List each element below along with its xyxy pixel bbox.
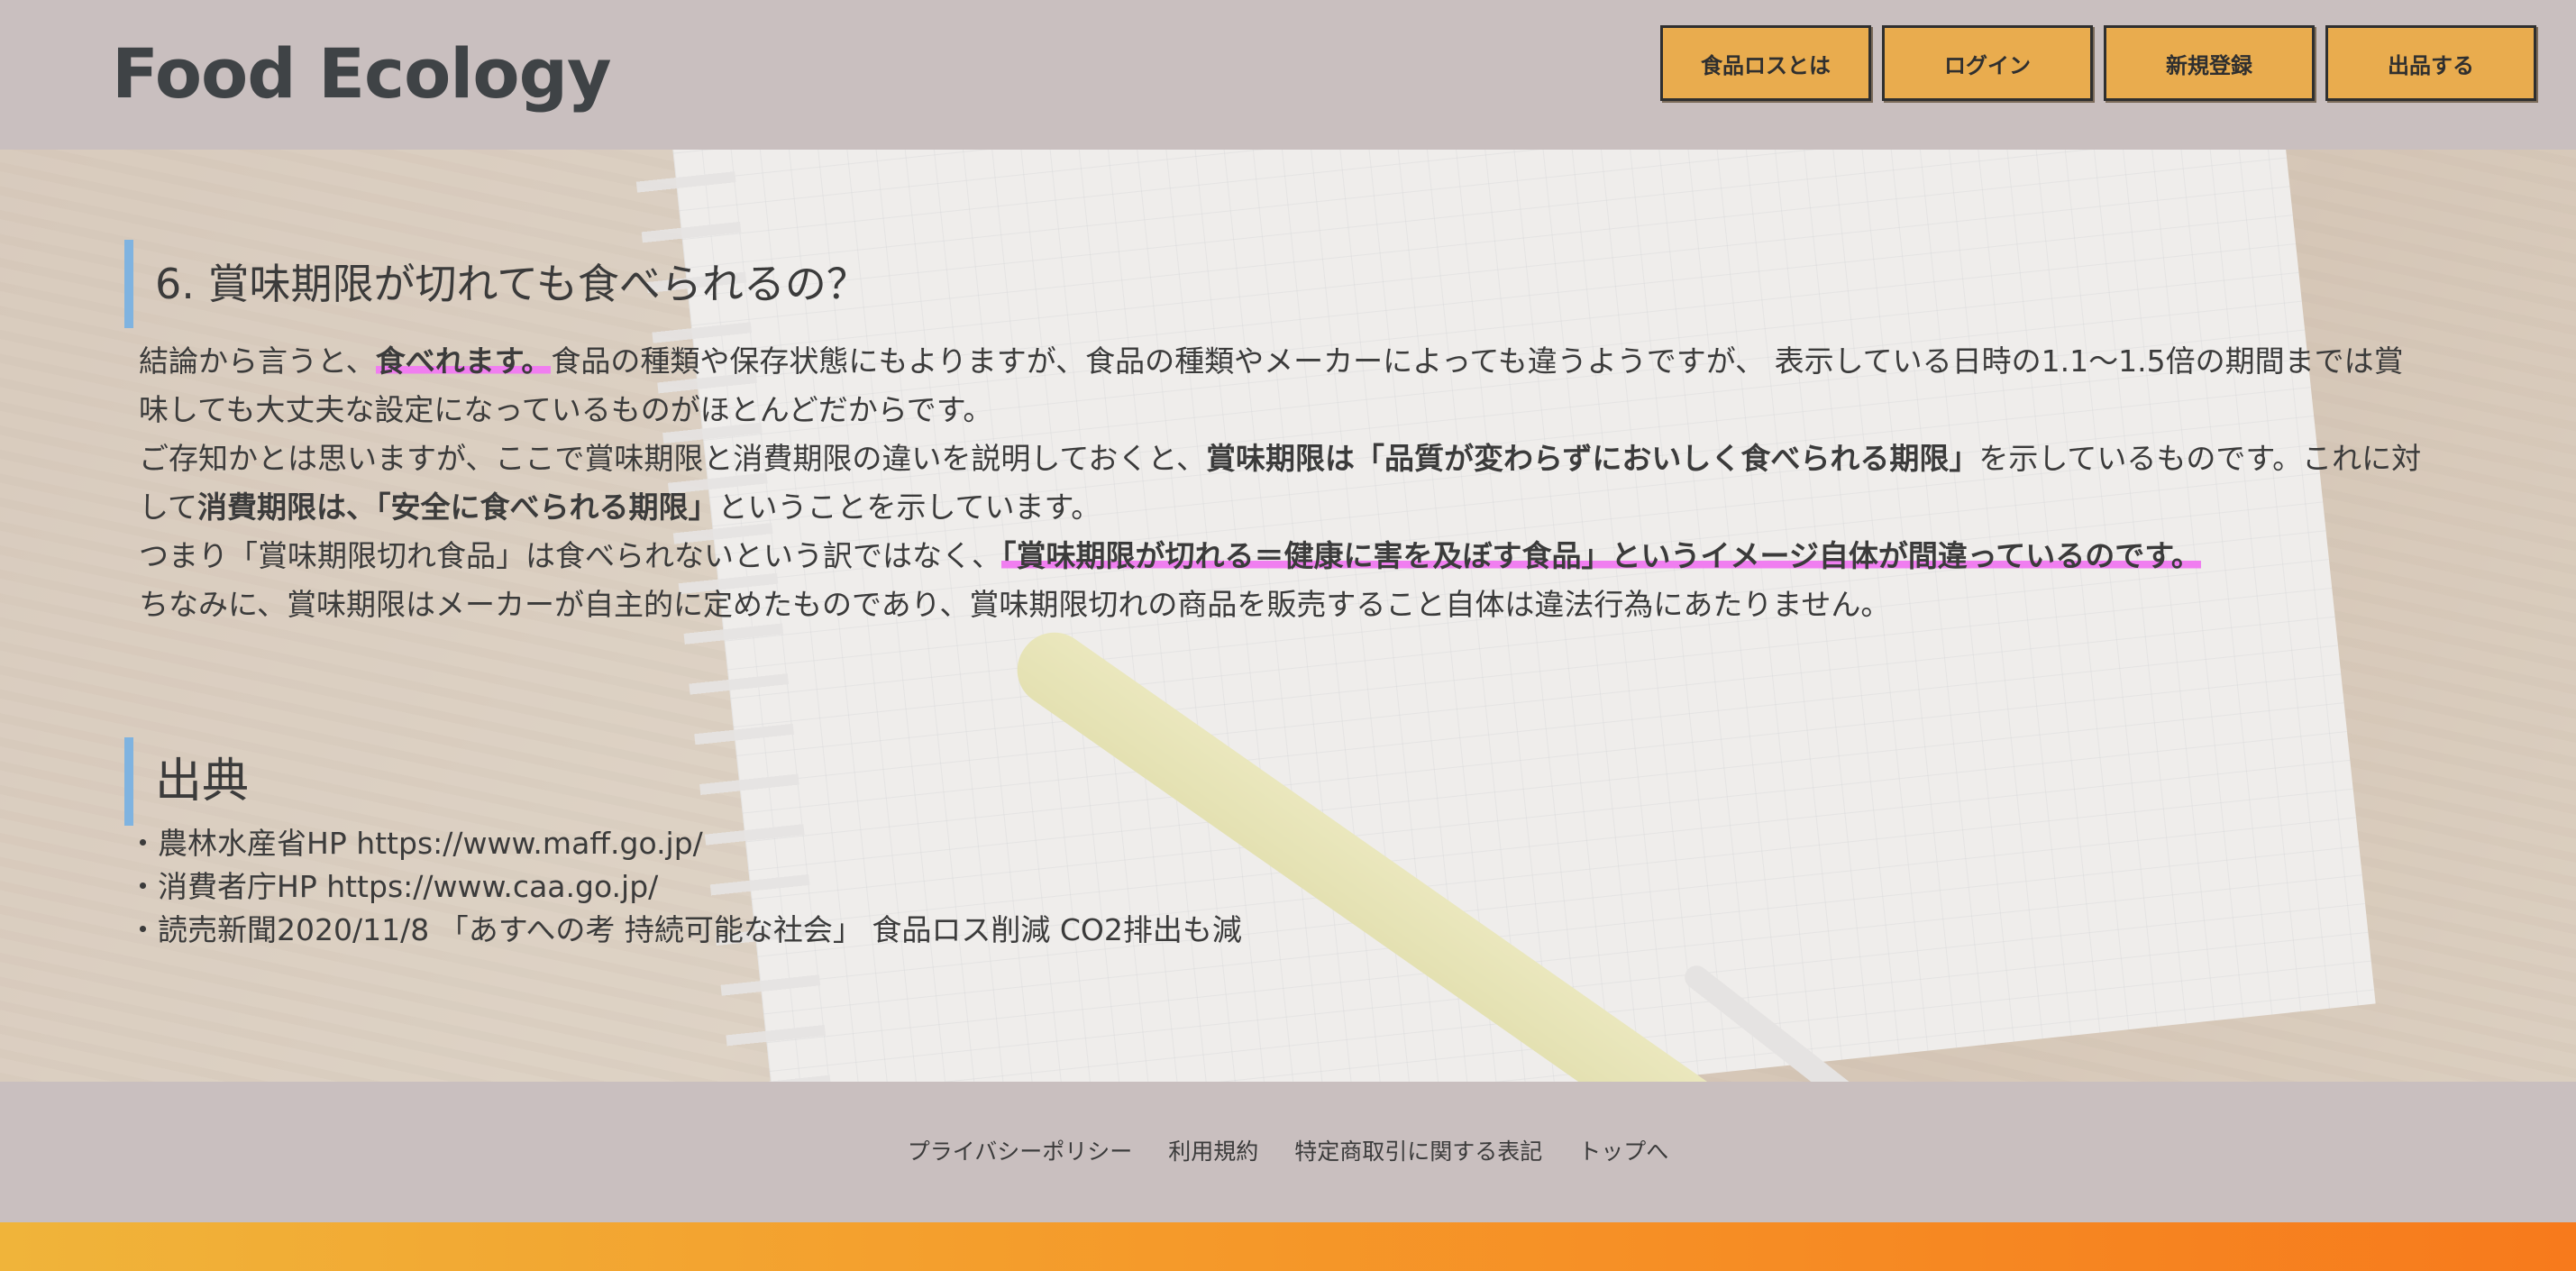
text-run: ご存知かとは思いますが、ここで賞味期限と消費期限の違いを説明しておくと、	[139, 441, 1207, 476]
site-footer: プライバシーポリシー 利用規約 特定商取引に関する表記 トップへ	[0, 1082, 2576, 1222]
section-heading-sources: 出典	[124, 737, 249, 826]
bottom-accent-bar	[0, 1222, 2576, 1271]
footer-link-terms[interactable]: 利用規約	[1168, 1134, 1258, 1166]
section-heading-expired-food: 6. 賞味期限が切れても食べられるの？	[124, 240, 868, 328]
paragraph-conclusion: 結論から言うと、食べれます。食品の種類や保存状態にもよりますが、食品の種類やメー…	[139, 337, 2428, 434]
paragraph-legality: ちなみに、賞味期限はメーカーが自主的に定めたものであり、賞味期限切れの商品を販売…	[139, 587, 1891, 622]
bold-text: 消費期限は、「安全に食べられる期限」	[197, 489, 718, 525]
bold-text: 賞味期限は「品質が変わらずにおいしく食べられる期限」	[1206, 441, 1979, 476]
text-run: ということを示しています。	[717, 489, 1101, 525]
footer-link-back-to-top[interactable]: トップへ	[1578, 1134, 1668, 1166]
source-item: ・消費者庁HP https://www.caa.go.jp/	[128, 869, 659, 904]
main-content: 6. 賞味期限が切れても食べられるの？ 結論から言うと、食べれます。食品の種類や…	[0, 150, 2576, 1082]
footer-link-privacy-policy[interactable]: プライバシーポリシー	[908, 1134, 1133, 1166]
source-item: ・読売新聞2020/11/8 「あすへの考 持続可能な社会」 食品ロス削減 CO…	[128, 912, 1242, 947]
text-run: 結論から言うと、	[139, 343, 376, 379]
nav-about-food-loss-button[interactable]: 食品ロスとは	[1660, 25, 1871, 101]
paragraph-misconception: つまり「賞味期限切れ食品」は食べられないという訳ではなく、「賞味期限が切れる＝健…	[139, 532, 2428, 581]
source-item: ・農林水産省HP https://www.maff.go.jp/	[128, 826, 703, 861]
nav-sell-button[interactable]: 出品する	[2325, 25, 2536, 101]
footer-link-commercial-transactions[interactable]: 特定商取引に関する表記	[1294, 1134, 1542, 1166]
text-run: つまり「賞味期限切れ食品」は食べられないという訳ではなく、	[139, 538, 1001, 573]
nav-signup-button[interactable]: 新規登録	[2104, 25, 2315, 101]
site-header: Food Ecology 食品ロスとは ログイン 新規登録 出品する	[0, 0, 2576, 150]
paragraph-definitions: ご存知かとは思いますが、ここで賞味期限と消費期限の違いを説明しておくと、賞味期限…	[139, 434, 2428, 532]
nav-login-button[interactable]: ログイン	[1882, 25, 2093, 101]
highlight-text: 「賞味期限が切れる＝健康に害を及ぼす食品」というイメージ自体が間違っているのです…	[1001, 538, 2201, 573]
footer-links: プライバシーポリシー 利用規約 特定商取引に関する表記 トップへ	[0, 1134, 2576, 1166]
main-nav: 食品ロスとは ログイン 新規登録 出品する	[1660, 25, 2536, 101]
site-logo[interactable]: Food Ecology	[112, 31, 612, 117]
sources-list: ・農林水産省HP https://www.maff.go.jp/ ・消費者庁HP…	[128, 822, 1242, 952]
article: 6. 賞味期限が切れても食べられるの？ 結論から言うと、食べれます。食品の種類や…	[0, 150, 2576, 1082]
highlight-text: 食べれます。	[375, 343, 552, 379]
section-body: 結論から言うと、食べれます。食品の種類や保存状態にもよりますが、食品の種類やメー…	[139, 337, 2428, 629]
